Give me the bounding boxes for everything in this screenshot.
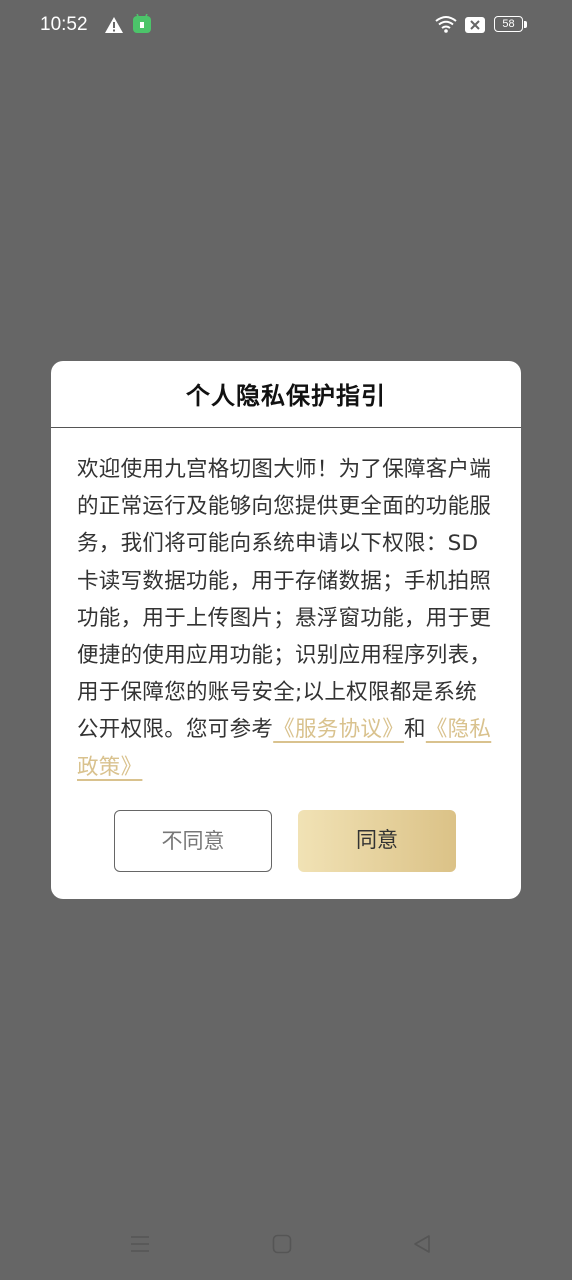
dialog-body: 欢迎使用九宫格切图大师！为了保障客户端的正常运行及能够向您提供更全面的功能服务，…: [77, 451, 493, 786]
disagree-button[interactable]: 不同意: [114, 810, 272, 872]
warning-icon: [105, 17, 123, 33]
dialog-title: 个人隐私保护指引: [186, 382, 386, 410]
battery-icon: 58: [494, 16, 528, 34]
status-bar: 10:52 58: [0, 0, 572, 52]
app-notification-icon: [133, 14, 151, 33]
battery-tip: [524, 21, 527, 28]
x-box-icon: [465, 17, 485, 33]
back-icon[interactable]: [412, 1234, 432, 1254]
battery-level: 58: [502, 18, 515, 30]
body-text: 欢迎使用九宫格切图大师！为了保障客户端的正常运行及能够向您提供更全面的功能服务，…: [77, 457, 492, 743]
home-icon[interactable]: [272, 1234, 292, 1254]
wifi-icon: [435, 16, 457, 33]
service-agreement-link[interactable]: 《服务协议》: [273, 717, 404, 742]
agree-button[interactable]: 同意: [298, 810, 456, 872]
conjunction-text: 和: [404, 717, 426, 743]
navigation-bar: [0, 1200, 572, 1280]
status-time: 10:52: [40, 14, 88, 35]
menu-icon[interactable]: [130, 1234, 150, 1254]
privacy-dialog: 个人隐私保护指引 欢迎使用九宫格切图大师！为了保障客户端的正常运行及能够向您提供…: [51, 361, 521, 899]
title-divider: [51, 427, 521, 428]
